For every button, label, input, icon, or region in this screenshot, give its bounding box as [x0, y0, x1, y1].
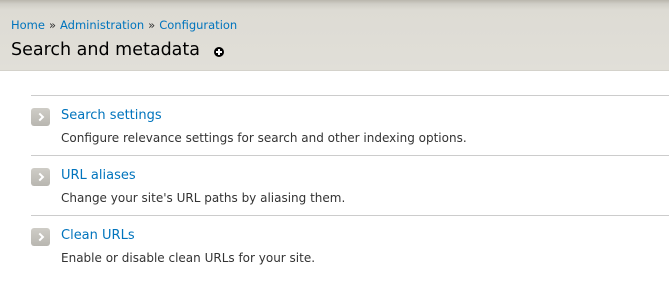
admin-list-item-clean-urls: Clean URLs Enable or disable clean URLs …: [31, 216, 669, 275]
clean-urls-description: Enable or disable clean URLs for your si…: [61, 251, 316, 265]
breadcrumb-configuration-link[interactable]: Configuration: [159, 18, 237, 32]
breadcrumb: Home» Administration» Configuration: [11, 17, 237, 33]
breadcrumb-administration-link[interactable]: Administration: [60, 18, 144, 32]
breadcrumb-home-link[interactable]: Home: [11, 18, 45, 32]
page-title-row: Search and metadata: [11, 38, 224, 62]
admin-list: Search settings Configure relevance sett…: [31, 95, 669, 275]
admin-list-item-search-settings: Search settings Configure relevance sett…: [31, 96, 669, 156]
page-header: Home» Administration» Configuration Search…: [0, 0, 669, 71]
chevron-right-icon[interactable]: [31, 228, 50, 246]
admin-list-item-url-aliases: URL aliases Change your site's URL paths…: [31, 156, 669, 216]
add-shortcut-icon[interactable]: [214, 47, 224, 57]
breadcrumb-separator: »: [148, 18, 156, 32]
chevron-right-icon[interactable]: [31, 168, 50, 186]
chevron-right-icon[interactable]: [31, 108, 50, 126]
breadcrumb-separator: »: [48, 18, 57, 32]
url-aliases-description: Change your site's URL paths by aliasing…: [61, 191, 346, 205]
page-title: Search and metadata: [11, 40, 200, 60]
url-aliases-link[interactable]: URL aliases: [61, 167, 136, 184]
clean-urls-link[interactable]: Clean URLs: [61, 227, 135, 244]
search-settings-link[interactable]: Search settings: [61, 107, 162, 124]
search-settings-description: Configure relevance settings for search …: [61, 131, 467, 145]
